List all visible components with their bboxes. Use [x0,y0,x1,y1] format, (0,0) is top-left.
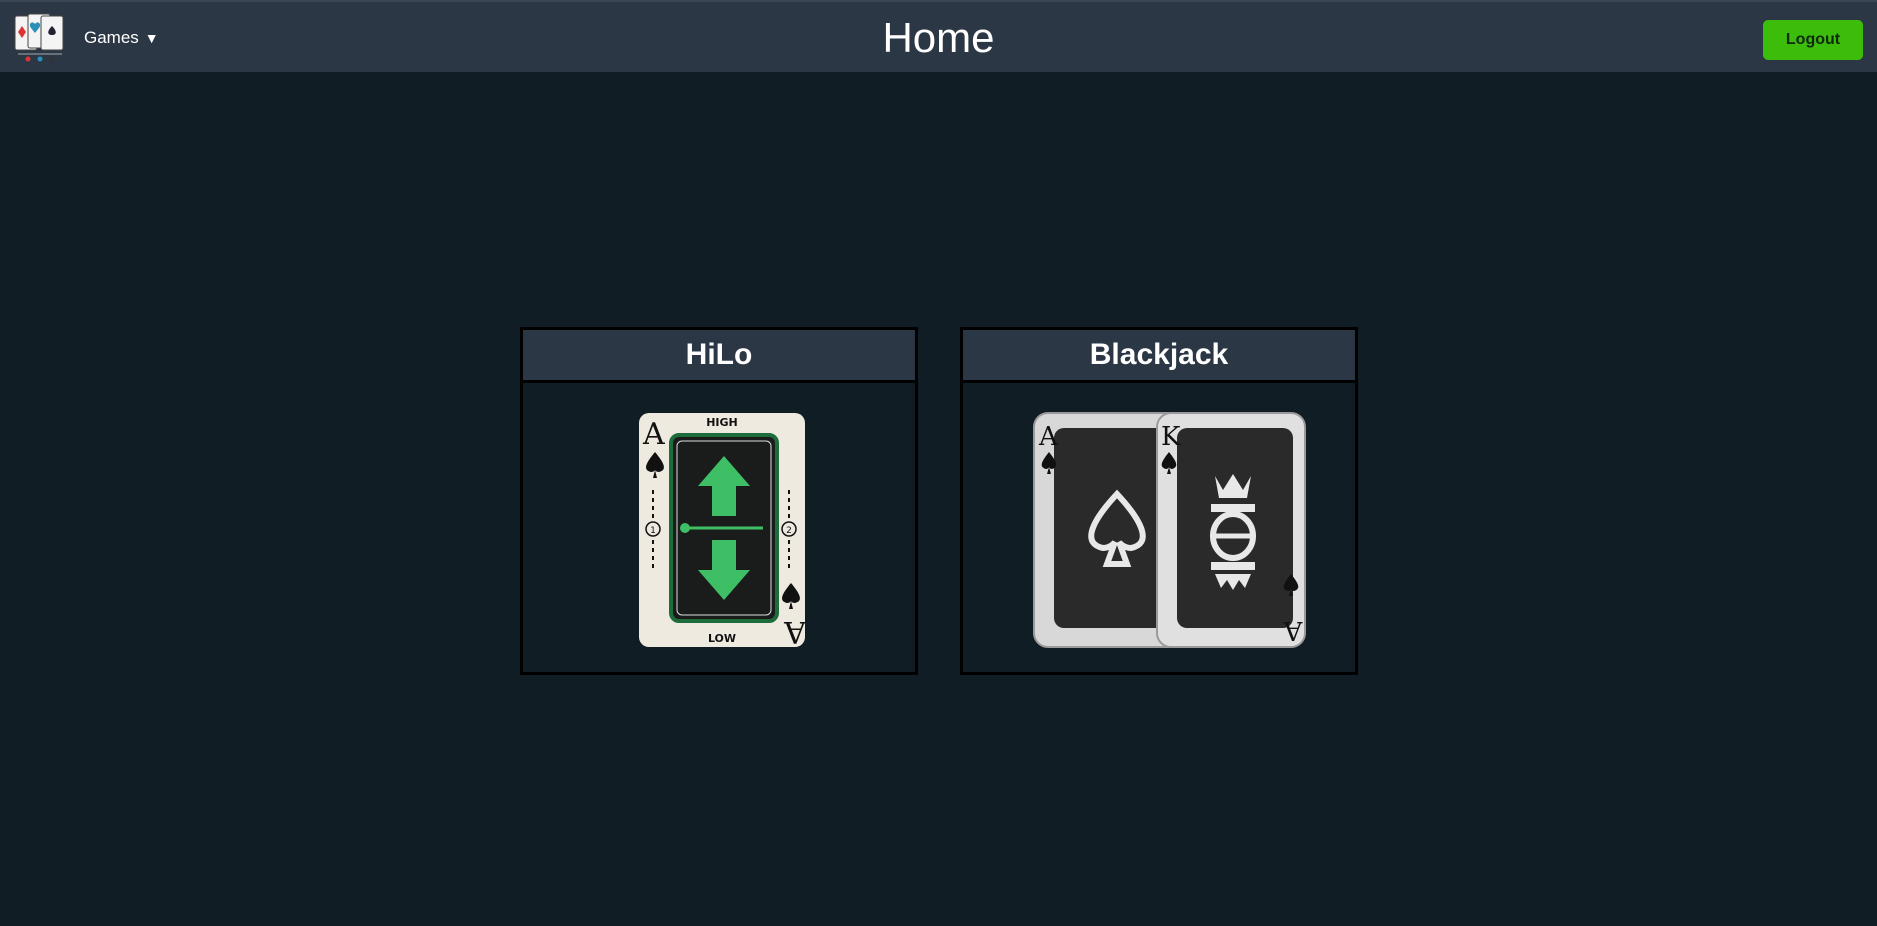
game-tile-title: HiLo [523,330,915,383]
card-rank-bottom: A [784,614,807,648]
card-low-label: LOW [708,632,736,645]
card-rank-top: A [642,417,665,452]
game-tile-title: Blackjack [963,330,1355,383]
card-right-number: 2 [786,526,792,536]
page-title: Home [882,14,995,61]
card-ace-rank: A [1038,422,1059,452]
game-tile-blackjack[interactable]: Blackjack A K A [960,327,1358,675]
blackjack-cards-icon: A K A [1033,411,1306,648]
card-high-label: HIGH [706,416,738,429]
hilo-card-icon: A HIGH LOW 1 2 A [639,412,807,648]
logout-button[interactable]: Logout [1763,20,1863,60]
game-tile-hilo[interactable]: HiLo A HIGH LOW 1 2 A [520,327,918,675]
card-king-rank: K [1161,422,1181,452]
card-left-number: 1 [650,526,656,536]
top-nav-bar: Games ▼ Home Logout [0,0,1877,72]
card-ace-rank-bottom: A [1282,615,1303,645]
